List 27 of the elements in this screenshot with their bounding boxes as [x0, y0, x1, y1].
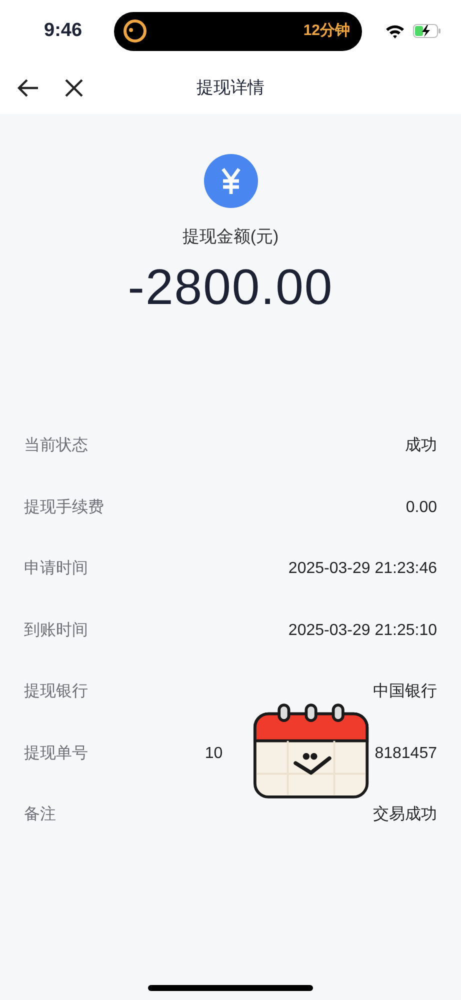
detail-value: 10	[204, 744, 223, 764]
back-arrow-icon[interactable]	[16, 78, 40, 98]
detail-value: 交易成功	[373, 804, 437, 826]
detail-label: 备注	[24, 804, 56, 826]
page-title: 提现详情	[196, 77, 264, 100]
amount-value: -2800.00	[128, 258, 334, 316]
detail-value: 2025-03-29 21:23:46	[288, 559, 437, 580]
status-time: 9:46	[44, 18, 84, 43]
battery-charging-icon	[413, 24, 441, 38]
detail-value: 0.00	[406, 498, 437, 518]
detail-value: 8181457	[374, 744, 437, 764]
detail-label: 到账时间	[24, 620, 88, 641]
detail-label: 当前状态	[24, 436, 88, 456]
detail-label: 提现银行	[24, 682, 88, 702]
close-icon[interactable]	[64, 78, 84, 98]
wifi-icon	[385, 24, 405, 38]
detail-value: 2025-03-29 21:25:10	[288, 620, 437, 641]
yuan-icon	[204, 154, 258, 208]
detail-label: 提现单号	[24, 744, 88, 764]
timer-icon	[122, 18, 148, 44]
detail-label: 申请时间	[24, 558, 88, 580]
amount-label: 提现金额(元)	[182, 226, 279, 248]
calendar-sticker-icon[interactable]	[253, 702, 371, 801]
timer-text: 12分钟	[303, 20, 350, 41]
detail-value: 成功	[405, 436, 437, 456]
detail-value: 中国银行	[373, 682, 437, 702]
detail-label: 提现手续费	[24, 498, 104, 518]
